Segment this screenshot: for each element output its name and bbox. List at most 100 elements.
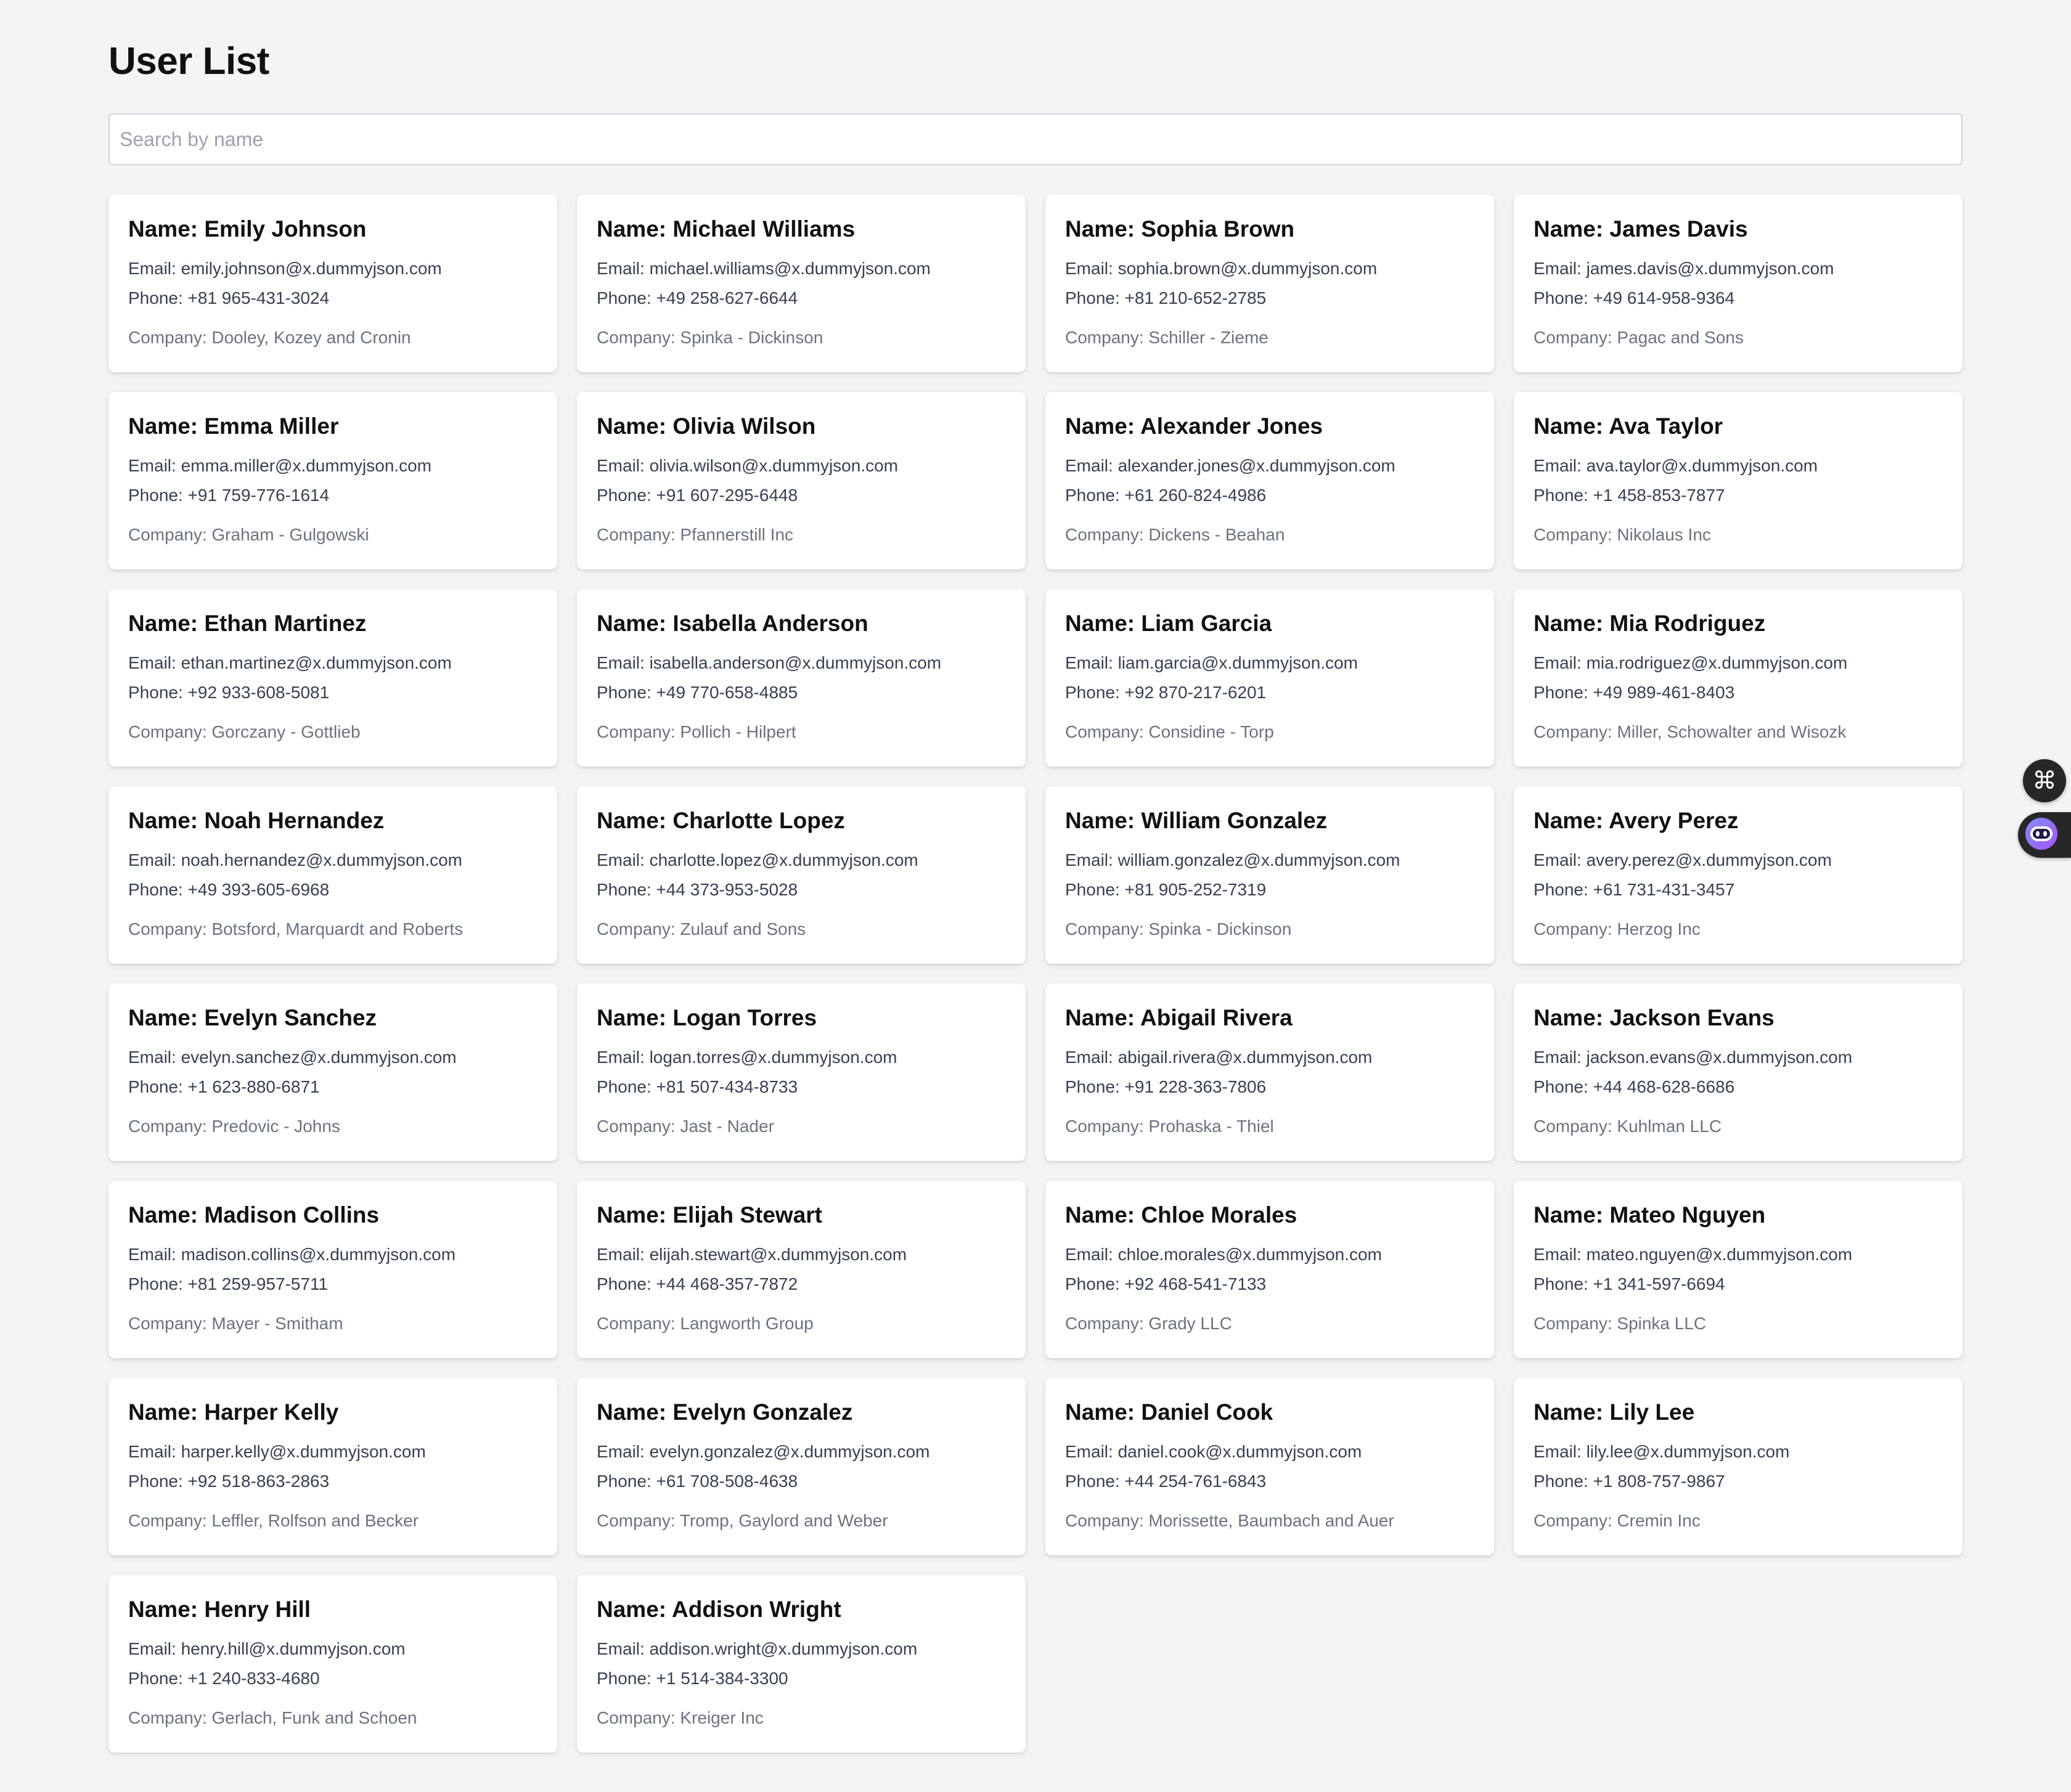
user-company: Company: Zulauf and Sons xyxy=(597,919,806,939)
user-company: Company: Spinka - Dickinson xyxy=(1065,919,1292,939)
user-phone: Phone: +81 965-431-3024 xyxy=(128,288,330,307)
user-company: Company: Kuhlman LLC xyxy=(1534,1117,1722,1136)
user-name: Name: Emily Johnson xyxy=(128,216,367,242)
user-phone: Phone: +44 373-953-5028 xyxy=(597,880,798,899)
user-list-page: User List Name: Emily Johnson Email: emil… xyxy=(0,0,2071,1792)
user-name: Name: Liam Garcia xyxy=(1065,611,1272,636)
user-phone: Phone: +49 614-958-9364 xyxy=(1534,288,1735,307)
page-title: User List xyxy=(108,40,269,83)
user-company: Company: Pfannerstill Inc xyxy=(597,525,794,544)
user-card: Name: Madison Collins Email: madison.coll… xyxy=(108,1181,557,1358)
user-card: Name: Evelyn Gonzalez Email: evelyn.gonza… xyxy=(577,1378,1026,1555)
user-email: Email: liam.garcia@x.dummyjson.com xyxy=(1065,653,1358,672)
user-card: Name: Evelyn Sanchez Email: evelyn.sanche… xyxy=(108,984,557,1161)
user-phone: Phone: +61 731-431-3457 xyxy=(1534,880,1735,899)
user-phone: Phone: +49 258-627-6644 xyxy=(597,288,798,307)
user-email: Email: chloe.morales@x.dummyjson.com xyxy=(1065,1245,1382,1264)
user-company: Company: Dooley, Kozey and Cronin xyxy=(128,328,411,347)
search-input[interactable] xyxy=(108,113,1963,165)
user-card: Name: Chloe Morales Email: chloe.morales@… xyxy=(1045,1181,1494,1358)
user-company: Company: Tromp, Gaylord and Weber xyxy=(597,1511,888,1530)
user-company: Company: Mayer - Smitham xyxy=(128,1314,343,1333)
user-card: Name: Mateo Nguyen Email: mateo.nguyen@x.… xyxy=(1514,1181,1963,1358)
user-card: Name: Liam Garcia Email: liam.garcia@x.du… xyxy=(1045,589,1494,767)
user-name: Name: Sophia Brown xyxy=(1065,216,1295,242)
user-company: Company: Dickens - Beahan xyxy=(1065,525,1285,544)
user-card: Name: Avery Perez Email: avery.perez@x.du… xyxy=(1514,786,1963,964)
user-card: Name: Henry Hill Email: henry.hill@x.dumm… xyxy=(108,1575,557,1753)
user-email: Email: charlotte.lopez@x.dummyjson.com xyxy=(597,850,918,870)
bot-icon xyxy=(2024,817,2059,854)
user-company: Company: Miller, Schowalter and Wisozk xyxy=(1534,722,1847,741)
user-company: Company: Spinka - Dickinson xyxy=(597,328,823,347)
user-email: Email: michael.williams@x.dummyjson.com xyxy=(597,259,931,278)
user-name: Name: Olivia Wilson xyxy=(597,413,816,439)
user-name: Name: Daniel Cook xyxy=(1065,1399,1273,1425)
user-email: Email: harper.kelly@x.dummyjson.com xyxy=(128,1442,426,1461)
user-company: Company: Considine - Torp xyxy=(1065,722,1274,741)
user-email: Email: daniel.cook@x.dummyjson.com xyxy=(1065,1442,1362,1461)
user-name: Name: Mia Rodriguez xyxy=(1534,611,1766,636)
user-card: Name: Elijah Stewart Email: elijah.stewar… xyxy=(577,1181,1026,1358)
user-card: Name: Mia Rodriguez Email: mia.rodriguez@… xyxy=(1514,589,1963,767)
user-card: Name: Emma Miller Email: emma.miller@x.du… xyxy=(108,392,557,569)
user-email: Email: ethan.martinez@x.dummyjson.com xyxy=(128,653,452,672)
user-email: Email: logan.torres@x.dummyjson.com xyxy=(597,1048,897,1067)
command-button[interactable] xyxy=(2023,759,2066,802)
user-phone: Phone: +44 468-628-6686 xyxy=(1534,1077,1735,1096)
user-phone: Phone: +81 507-434-8733 xyxy=(597,1077,798,1096)
user-name: Name: Abigail Rivera xyxy=(1065,1005,1293,1030)
user-card: Name: Harper Kelly Email: harper.kelly@x.… xyxy=(108,1378,557,1555)
user-card: Name: Alexander Jones Email: alexander.jo… xyxy=(1045,392,1494,569)
user-phone: Phone: +81 905-252-7319 xyxy=(1065,880,1267,899)
user-card: Name: Isabella Anderson Email: isabella.a… xyxy=(577,589,1026,767)
user-card: Name: Ethan Martinez Email: ethan.martine… xyxy=(108,589,557,767)
user-phone: Phone: +1 808-757-9867 xyxy=(1534,1472,1725,1491)
user-company: Company: Cremin Inc xyxy=(1534,1511,1701,1530)
user-email: Email: henry.hill@x.dummyjson.com xyxy=(128,1639,406,1658)
user-email: Email: isabella.anderson@x.dummyjson.com xyxy=(597,653,942,672)
user-email: Email: ava.taylor@x.dummyjson.com xyxy=(1534,456,1818,475)
user-phone: Phone: +1 458-853-7877 xyxy=(1534,486,1725,505)
user-card: Name: Sophia Brown Email: sophia.brown@x.… xyxy=(1045,195,1494,372)
user-name: Name: Logan Torres xyxy=(597,1005,817,1030)
user-card: Name: Addison Wright Email: addison.wrigh… xyxy=(577,1575,1026,1753)
user-card: Name: Ava Taylor Email: ava.taylor@x.dumm… xyxy=(1514,392,1963,569)
user-email: Email: mateo.nguyen@x.dummyjson.com xyxy=(1534,1245,1853,1264)
user-phone: Phone: +91 607-295-6448 xyxy=(597,486,798,505)
user-name: Name: Harper Kelly xyxy=(128,1399,339,1425)
user-company: Company: Gerlach, Funk and Schoen xyxy=(128,1708,417,1727)
assistant-button[interactable] xyxy=(2018,812,2071,858)
user-company: Company: Pollich - Hilpert xyxy=(597,722,796,741)
user-company: Company: Jast - Nader xyxy=(597,1117,774,1136)
user-name: Name: James Davis xyxy=(1534,216,1748,242)
user-phone: Phone: +1 623-880-6871 xyxy=(128,1077,320,1096)
user-company: Company: Leffler, Rolfson and Becker xyxy=(128,1511,419,1530)
user-email: Email: evelyn.gonzalez@x.dummyjson.com xyxy=(597,1442,930,1461)
user-company: Company: Prohaska - Thiel xyxy=(1065,1117,1274,1136)
user-email: Email: william.gonzalez@x.dummyjson.com xyxy=(1065,850,1400,870)
user-card: Name: Olivia Wilson Email: olivia.wilson@… xyxy=(577,392,1026,569)
user-company: Company: Predovic - Johns xyxy=(128,1117,340,1136)
user-email: Email: emma.miller@x.dummyjson.com xyxy=(128,456,432,475)
user-card: Name: Logan Torres Email: logan.torres@x.… xyxy=(577,984,1026,1161)
user-phone: Phone: +92 518-863-2863 xyxy=(128,1472,330,1491)
user-email: Email: madison.collins@x.dummyjson.com xyxy=(128,1245,456,1264)
user-phone: Phone: +44 468-357-7872 xyxy=(597,1274,798,1293)
user-card: Name: Michael Williams Email: michael.wil… xyxy=(577,195,1026,372)
user-name: Name: Lily Lee xyxy=(1534,1399,1695,1425)
user-name: Name: Emma Miller xyxy=(128,413,339,439)
user-phone: Phone: +44 254-761-6843 xyxy=(1065,1472,1267,1491)
user-name: Name: Noah Hernandez xyxy=(128,808,385,833)
user-card: Name: Emily Johnson Email: emily.johnson@… xyxy=(108,195,557,372)
user-company: Company: Langworth Group xyxy=(597,1314,814,1333)
user-email: Email: james.davis@x.dummyjson.com xyxy=(1534,259,1834,278)
user-company: Company: Spinka LLC xyxy=(1534,1314,1707,1333)
command-icon xyxy=(2033,768,2056,794)
user-phone: Phone: +49 393-605-6968 xyxy=(128,880,330,899)
user-phone: Phone: +92 870-217-6201 xyxy=(1065,683,1267,702)
user-name: Name: Alexander Jones xyxy=(1065,413,1323,439)
user-name: Name: William Gonzalez xyxy=(1065,808,1328,833)
user-name: Name: Addison Wright xyxy=(597,1597,841,1622)
user-name: Name: Charlotte Lopez xyxy=(597,808,845,833)
